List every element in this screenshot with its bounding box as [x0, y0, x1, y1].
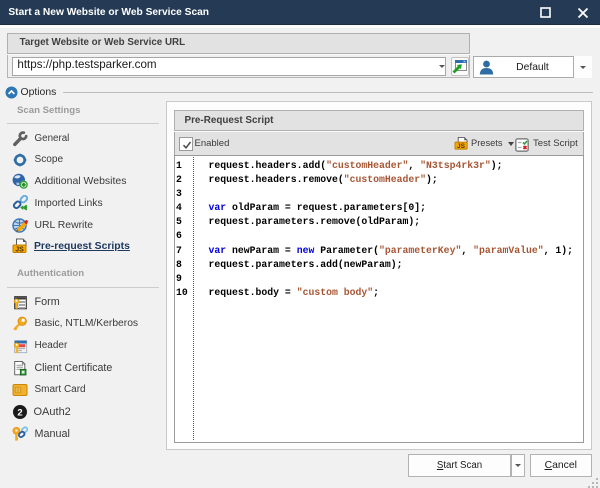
- svg-text:JS: JS: [457, 143, 466, 150]
- svg-text:JS: JS: [15, 246, 24, 253]
- svg-text:2: 2: [17, 408, 22, 419]
